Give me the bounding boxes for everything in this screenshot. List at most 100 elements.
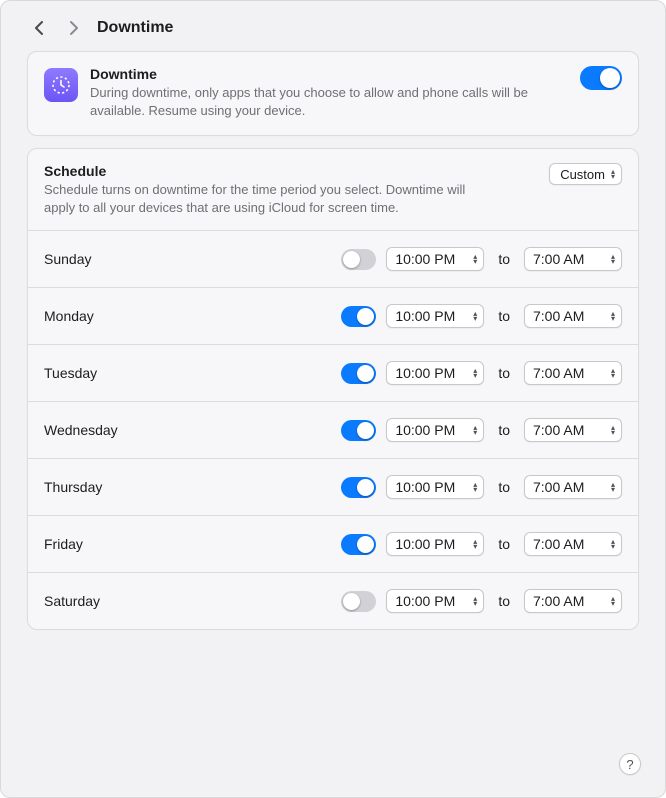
schedule-card: Schedule Schedule turns on downtime for … xyxy=(27,148,639,630)
day-toggle[interactable] xyxy=(341,306,376,327)
page-title: Downtime xyxy=(97,19,173,37)
day-from-field[interactable]: 10:00 PM ▴▾ xyxy=(386,361,484,385)
between-label: to xyxy=(494,536,514,552)
day-row: Monday 10:00 PM ▴▾ to 7:00 AM▴▾ xyxy=(28,288,638,345)
updown-icon: ▴▾ xyxy=(473,254,479,264)
day-name: Tuesday xyxy=(44,365,331,381)
day-from-value: 10:00 PM xyxy=(395,593,455,609)
downtime-master-toggle[interactable] xyxy=(580,66,622,90)
day-from-value: 10:00 PM xyxy=(395,365,455,381)
day-from-value: 10:00 PM xyxy=(395,422,455,438)
updown-icon: ▴▾ xyxy=(473,539,479,549)
between-label: to xyxy=(494,479,514,495)
day-to-field[interactable]: 7:00 AM▴▾ xyxy=(524,304,622,328)
downtime-icon xyxy=(44,68,78,102)
updown-icon: ▴▾ xyxy=(611,169,617,179)
updown-icon: ▴▾ xyxy=(611,596,617,606)
day-to-value: 7:00 AM xyxy=(533,479,584,495)
day-from-field[interactable]: 10:00 PM ▴▾ xyxy=(386,589,484,613)
between-label: to xyxy=(494,593,514,609)
back-button[interactable] xyxy=(33,20,43,36)
downtime-summary-card: Downtime During downtime, only apps that… xyxy=(27,51,639,136)
day-name: Wednesday xyxy=(44,422,331,438)
day-name: Sunday xyxy=(44,251,331,267)
day-from-value: 10:00 PM xyxy=(395,536,455,552)
updown-icon: ▴▾ xyxy=(611,482,617,492)
day-from-field[interactable]: 10:00 PM ▴▾ xyxy=(386,475,484,499)
between-label: to xyxy=(494,251,514,267)
updown-icon: ▴▾ xyxy=(473,596,479,606)
day-to-value: 7:00 AM xyxy=(533,251,584,267)
downtime-summary-text: Downtime During downtime, only apps that… xyxy=(90,66,568,119)
day-toggle[interactable] xyxy=(341,477,376,498)
day-to-field[interactable]: 7:00 AM▴▾ xyxy=(524,589,622,613)
day-row: Wednesday 10:00 PM ▴▾ to 7:00 AM ▴▾ xyxy=(28,402,638,459)
help-icon: ? xyxy=(626,757,633,772)
day-to-field[interactable]: 7:00 AM ▴▾ xyxy=(524,247,622,271)
day-toggle[interactable] xyxy=(341,591,376,612)
schedule-mode-label: Custom xyxy=(560,167,605,182)
downtime-summary-title: Downtime xyxy=(90,66,560,82)
toggle-knob xyxy=(357,536,374,553)
days-list: Sunday 10:00 PM ▴▾ to 7:00 AM ▴▾ Monday 10:00 P… xyxy=(28,231,638,629)
day-from-value: 10:00 PM xyxy=(395,308,455,324)
day-name: Monday xyxy=(44,308,331,324)
toggle-knob xyxy=(600,68,620,88)
day-name: Saturday xyxy=(44,593,331,609)
forward-button[interactable] xyxy=(69,20,79,36)
clock-icon xyxy=(50,74,72,96)
updown-icon: ▴▾ xyxy=(611,425,617,435)
day-from-value: 10:00 PM xyxy=(395,479,455,495)
chevron-right-icon xyxy=(70,21,79,35)
day-row: Friday10:00 PM▴▾to7:00 AM▴▾ xyxy=(28,516,638,573)
updown-icon: ▴▾ xyxy=(473,482,479,492)
day-row: Thursday 10:00 PM ▴▾ to 7:00 AM ▴▾ xyxy=(28,459,638,516)
toggle-knob xyxy=(357,365,374,382)
updown-icon: ▴▾ xyxy=(473,368,479,378)
day-name: Thursday xyxy=(44,479,331,495)
updown-icon: ▴▾ xyxy=(611,368,617,378)
day-to-field[interactable]: 7:00 AM ▴▾ xyxy=(524,532,622,556)
day-toggle[interactable] xyxy=(341,363,376,384)
day-from-field[interactable]: 10:00 PM ▴▾ xyxy=(386,418,484,442)
day-to-field[interactable]: 7:00 AM ▴▾ xyxy=(524,475,622,499)
help-button[interactable]: ? xyxy=(619,753,641,775)
updown-icon: ▴▾ xyxy=(611,254,617,264)
schedule-mode-popup[interactable]: Custom ▴▾ xyxy=(549,163,622,185)
between-label: to xyxy=(494,308,514,324)
day-row: Sunday 10:00 PM ▴▾ to 7:00 AM ▴▾ xyxy=(28,231,638,288)
day-to-field[interactable]: 7:00 AM ▴▾ xyxy=(524,418,622,442)
schedule-description: Schedule turns on downtime for the time … xyxy=(44,181,474,216)
day-to-value: 7:00 AM xyxy=(533,365,584,381)
day-to-value: 7:00 AM xyxy=(533,422,584,438)
day-from-field[interactable]: 10:00 PM ▴▾ xyxy=(386,532,484,556)
schedule-heading: Schedule xyxy=(44,163,537,179)
day-toggle[interactable] xyxy=(341,534,376,555)
day-from-field[interactable]: 10:00 PM ▴▾ xyxy=(386,304,484,328)
toggle-knob xyxy=(357,422,374,439)
schedule-header-text: Schedule Schedule turns on downtime for … xyxy=(44,163,537,216)
day-toggle[interactable] xyxy=(341,249,376,270)
content: Downtime During downtime, only apps that… xyxy=(1,51,665,630)
settings-pane: Downtime Downtime During downtime, only … xyxy=(0,0,666,798)
updown-icon: ▴▾ xyxy=(473,425,479,435)
between-label: to xyxy=(494,422,514,438)
updown-icon: ▴▾ xyxy=(611,539,617,549)
toggle-knob xyxy=(343,593,360,610)
updown-icon: ▴▾ xyxy=(473,311,479,321)
day-row: Saturday 10:00 PM ▴▾ to 7:00 AM▴▾ xyxy=(28,573,638,629)
titlebar: Downtime xyxy=(1,1,665,51)
day-from-field[interactable]: 10:00 PM ▴▾ xyxy=(386,247,484,271)
between-label: to xyxy=(494,365,514,381)
toggle-knob xyxy=(357,308,374,325)
nav-arrows xyxy=(33,20,79,36)
day-to-field[interactable]: 7:00 AM ▴▾ xyxy=(524,361,622,385)
day-toggle[interactable] xyxy=(341,420,376,441)
day-from-value: 10:00 PM xyxy=(395,251,455,267)
downtime-summary-description: During downtime, only apps that you choo… xyxy=(90,84,560,119)
day-to-value: 7:00 AM xyxy=(533,536,584,552)
day-row: Tuesday 10:00 PM ▴▾ to 7:00 AM ▴▾ xyxy=(28,345,638,402)
toggle-knob xyxy=(343,251,360,268)
day-to-value: 7:00 AM xyxy=(533,308,584,324)
chevron-left-icon xyxy=(34,21,43,35)
